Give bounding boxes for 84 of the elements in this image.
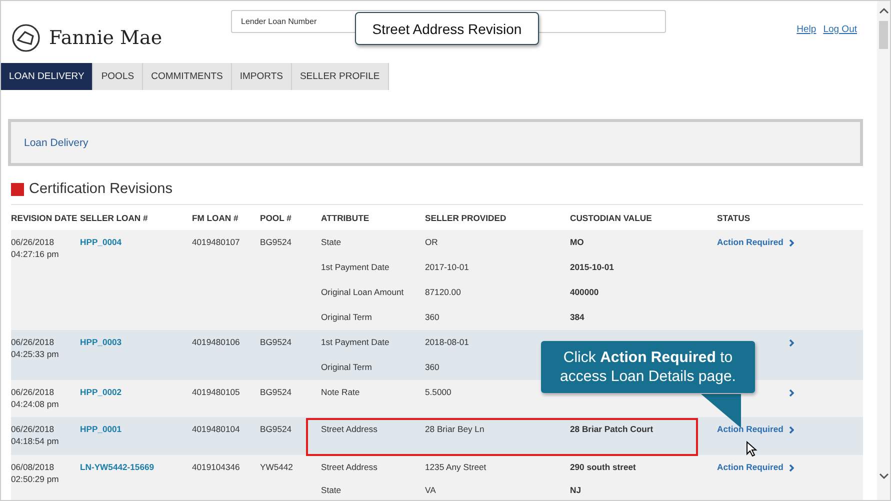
custodian-value-cell-text: 384 xyxy=(570,312,586,324)
seller-value-cell-text: VA xyxy=(425,485,437,497)
attribute-cell-text: State xyxy=(321,237,342,249)
table-cell: BG9524 xyxy=(260,387,292,397)
action-link[interactable]: Action Required xyxy=(717,462,785,473)
attribute-cell-text: 1st Payment Date xyxy=(321,337,390,349)
attribute-cell-text: Street Address xyxy=(321,462,378,474)
cursor-icon xyxy=(746,441,758,457)
nav-tab[interactable]: COMMITMENTS xyxy=(143,63,232,90)
nav-tab[interactable]: LOAN DELIVERY xyxy=(1,63,94,90)
column-header: SELLER LOAN # xyxy=(80,212,149,222)
action-link[interactable]: Action Required xyxy=(717,424,785,435)
seller-value-cell-text: 360 xyxy=(425,312,440,324)
revision-date: 06/26/2018 xyxy=(11,424,56,435)
column-header: SELLER PROVIDED xyxy=(425,212,508,222)
custodian-value-cell-text: 290 south street xyxy=(570,462,637,474)
table-cell: 4019480104 xyxy=(192,424,240,434)
chevron-icon xyxy=(789,426,794,434)
seller-value-cell-text: 1235 Any Street xyxy=(425,462,488,474)
attribute-cell-text: Note Rate xyxy=(321,387,361,399)
revision-time: 04:25:33 pm xyxy=(11,349,60,360)
custodian-value-cell-text: 28 Briar Patch Court xyxy=(570,424,654,436)
logo-text: Fannie Mae xyxy=(49,27,162,49)
revision-date: 06/26/2018 xyxy=(11,337,56,348)
seller-value-cell-text: 5.5000 xyxy=(425,387,452,399)
scroll-up-icon[interactable] xyxy=(878,7,888,15)
seller-value-cell-text: OR xyxy=(425,237,439,249)
logo-icon xyxy=(11,23,41,53)
revision-date: 06/08/2018 xyxy=(11,462,56,473)
breadcrumb-link[interactable]: Loan Delivery xyxy=(24,136,88,148)
seller-loan-link[interactable]: LN-YW5442-15669 xyxy=(80,462,154,472)
column-header: FM LOAN # xyxy=(192,212,240,222)
section-marker-icon xyxy=(11,182,24,196)
custodian-value-cell-text: 2015-10-01 xyxy=(570,262,615,274)
custodian-value-cell-text: NJ xyxy=(570,485,582,497)
revision-time: 04:27:16 pm xyxy=(11,249,60,260)
custodian-value-cell-text: 400000 xyxy=(570,287,600,299)
seller-loan-link[interactable]: HPP_0003 xyxy=(80,337,122,347)
attribute-cell-text: Original Loan Amount xyxy=(321,287,405,299)
revision-time: 04:24:08 pm xyxy=(11,399,60,410)
seller-loan-link[interactable]: HPP_0001 xyxy=(80,424,122,434)
column-header: STATUS xyxy=(717,212,750,222)
chevron-icon xyxy=(789,389,794,397)
attribute-cell-text: Original Term xyxy=(321,362,373,374)
column-header: ATTRIBUTE xyxy=(321,212,370,222)
attribute-cell-text: State xyxy=(321,485,342,497)
table-cell: BG9524 xyxy=(260,424,292,434)
revision-time: 04:18:54 pm xyxy=(11,436,60,447)
table-cell: BG9524 xyxy=(260,237,292,247)
table-cell: 4019104346 xyxy=(192,462,240,472)
table-cell: 4019480105 xyxy=(192,387,240,397)
seller-value-cell-text: 2017-10-01 xyxy=(425,262,470,274)
chevron-icon xyxy=(789,339,794,347)
header-link[interactable]: Log Out xyxy=(823,24,857,34)
chevron-icon xyxy=(789,239,794,247)
section-title: Certification Revisions xyxy=(29,181,172,197)
custodian-value-cell-text: MO xyxy=(570,237,585,249)
scroll-down-icon[interactable] xyxy=(878,472,888,480)
table-cell: 4019480107 xyxy=(192,237,240,247)
revision-date: 06/26/2018 xyxy=(11,387,56,398)
seller-value-cell-text: 28 Briar Bey Ln xyxy=(425,424,486,436)
header-link[interactable]: Help xyxy=(796,24,816,34)
revision-date: 06/26/2018 xyxy=(11,237,56,248)
attribute-cell-text: 1st Payment Date xyxy=(321,262,390,274)
column-header: REVISION DATE xyxy=(11,212,78,222)
attribute-cell-text: Original Term xyxy=(321,312,373,324)
table-cell: BG9524 xyxy=(260,337,292,347)
title-callout: Street Address Revision xyxy=(355,12,539,45)
revision-time: 02:50:29 pm xyxy=(11,474,60,485)
action-link[interactable]: Action Required xyxy=(717,237,785,248)
nav-tab[interactable]: SELLER PROFILE xyxy=(292,63,389,90)
column-header: POOL # xyxy=(260,212,292,222)
column-header: CUSTODIAN VALUE xyxy=(570,212,653,222)
table-cell: YW5442 xyxy=(260,462,293,472)
seller-value-cell-text: 2018-08-01 xyxy=(425,337,470,349)
table-cell: 4019480106 xyxy=(192,337,240,347)
attribute-cell-text: Street Address xyxy=(321,424,378,436)
seller-loan-link[interactable]: HPP_0002 xyxy=(80,387,122,397)
scroll-thumb[interactable] xyxy=(879,21,888,49)
chevron-icon xyxy=(789,464,794,472)
nav-tab[interactable]: POOLS xyxy=(93,63,144,90)
seller-loan-link[interactable]: HPP_0004 xyxy=(80,237,122,247)
seller-value-cell-text: 87120.00 xyxy=(425,287,462,299)
nav-tab[interactable]: IMPORTS xyxy=(232,63,292,90)
